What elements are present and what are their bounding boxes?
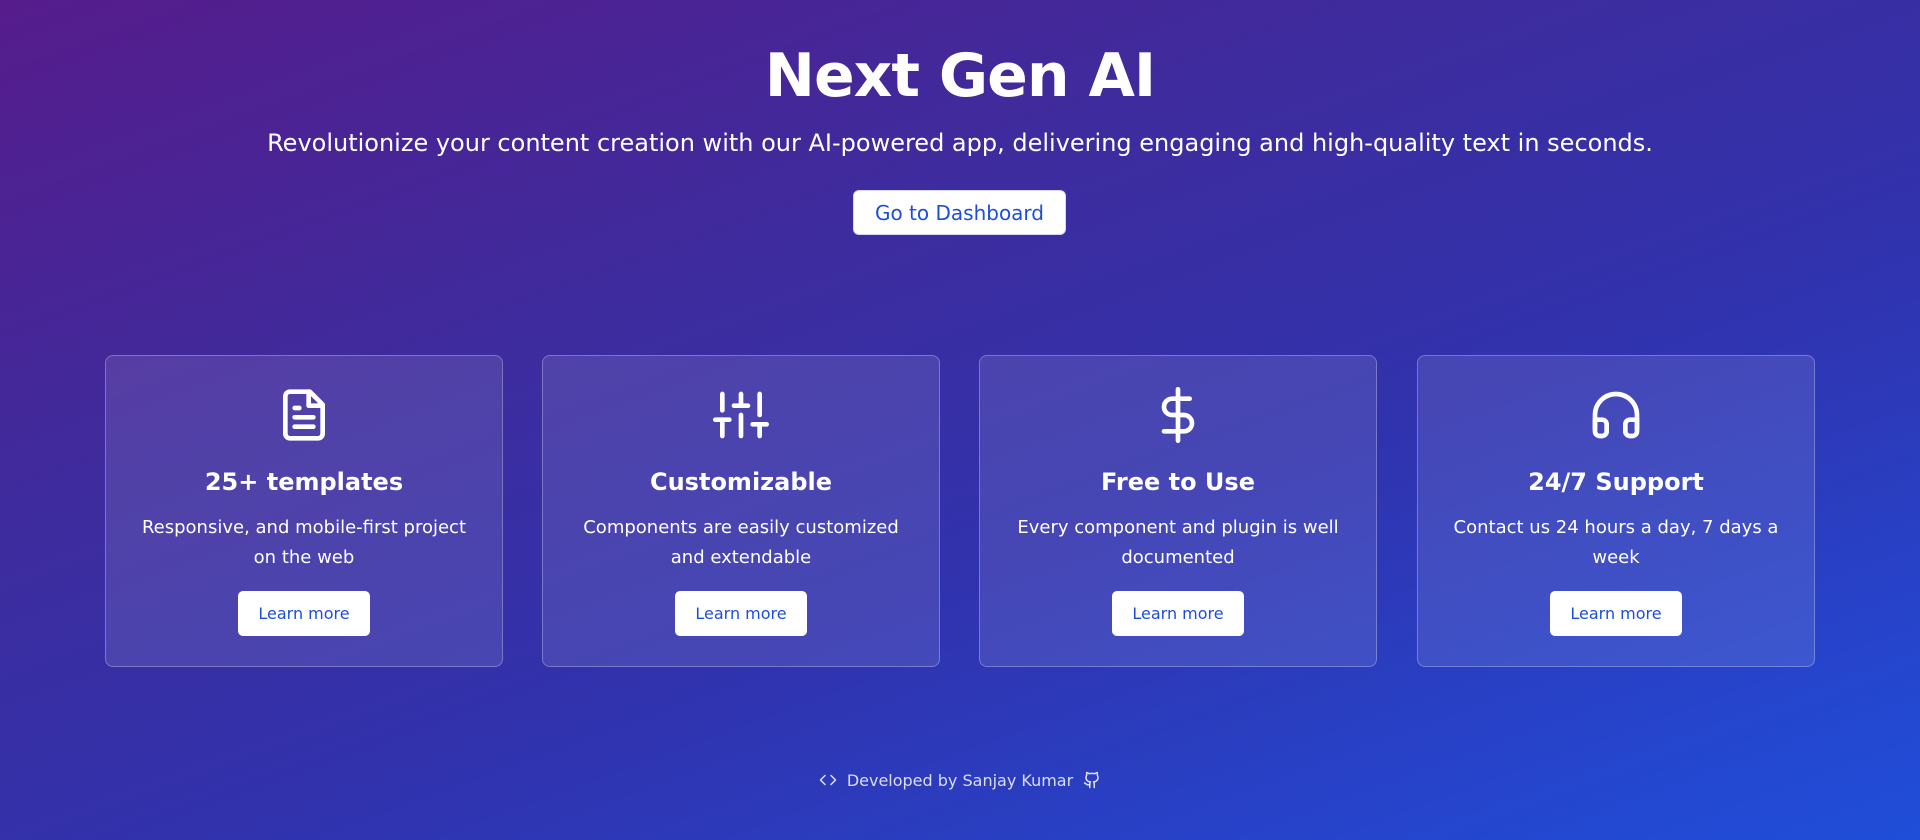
go-to-dashboard-button[interactable]: Go to Dashboard: [853, 190, 1066, 235]
file-text-icon: [276, 387, 332, 443]
feature-description: Contact us 24 hours a day, 7 days a week: [1453, 517, 1779, 568]
hero-subtitle: Revolutionize your content creation with…: [267, 129, 1653, 157]
code-icon: [819, 771, 837, 789]
headphones-icon: [1588, 387, 1644, 443]
feature-title: 24/7 Support: [1528, 468, 1704, 496]
footer: Developed by Sanjay Kumar: [0, 768, 1920, 792]
feature-card-free: Free to Use Every component and plugin i…: [979, 355, 1377, 667]
learn-more-button[interactable]: Learn more: [1112, 591, 1244, 636]
dollar-icon: [1150, 387, 1206, 443]
feature-card-customizable: Customizable Components are easily custo…: [542, 355, 940, 667]
feature-description: Every component and plugin is well docum…: [1017, 517, 1339, 568]
feature-card-templates: 25+ templates Responsive, and mobile-fir…: [105, 355, 503, 667]
github-icon[interactable]: [1083, 771, 1101, 789]
learn-more-button[interactable]: Learn more: [675, 591, 807, 636]
feature-card-support: 24/7 Support Contact us 24 hours a day, …: [1417, 355, 1815, 667]
page-title: Next Gen AI: [764, 41, 1156, 111]
learn-more-button[interactable]: Learn more: [1550, 591, 1682, 636]
feature-title: Free to Use: [1101, 468, 1255, 496]
feature-description: Components are easily customized and ext…: [583, 517, 899, 568]
footer-credit: Developed by Sanjay Kumar: [846, 770, 1074, 790]
features-grid: 25+ templates Responsive, and mobile-fir…: [105, 355, 1815, 667]
feature-description: Responsive, and mobile-first project on …: [141, 517, 467, 568]
sliders-icon: [713, 387, 769, 443]
feature-title: 25+ templates: [204, 468, 404, 496]
feature-title: Customizable: [649, 468, 833, 496]
learn-more-button[interactable]: Learn more: [238, 591, 370, 636]
